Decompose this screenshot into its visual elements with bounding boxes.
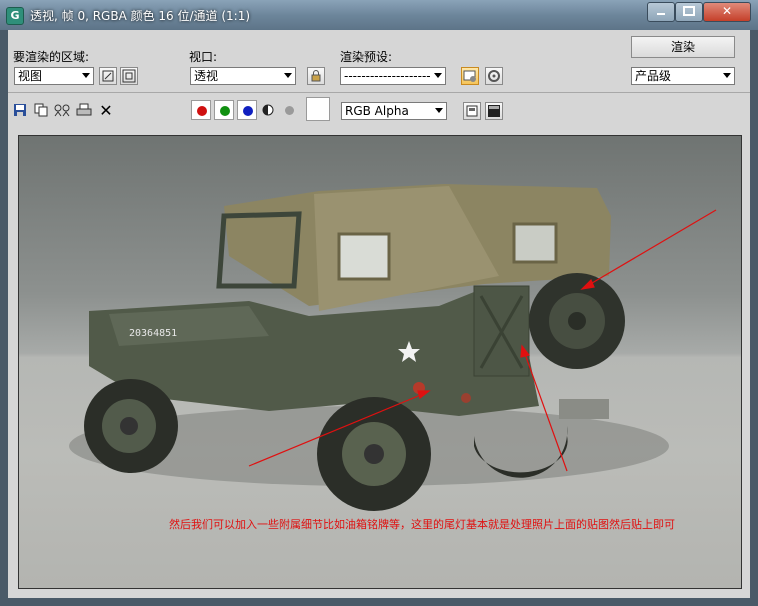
minimize-button[interactable] [647, 2, 675, 22]
red-dot-icon [197, 106, 207, 116]
chevron-down-icon [284, 73, 292, 78]
save-icon [14, 104, 26, 116]
toolbar-divider [8, 92, 750, 93]
panel-icon [466, 105, 478, 117]
blue-channel-toggle[interactable] [237, 100, 257, 120]
window-title: 透视, 帧 0, RGBA 颜色 16 位/通道 (1:1) [30, 9, 251, 23]
region-select-value: 视图 [18, 69, 43, 83]
gear-icon [488, 70, 500, 82]
auto-region-icon [122, 69, 136, 83]
save-image-button[interactable] [12, 102, 28, 118]
chevron-down-icon [723, 73, 731, 78]
close-icon: ✕ [721, 4, 733, 18]
render-frame-client: 要渲染的区域: 视口: 渲染预设: 渲染 视图 透视 -------------… [8, 30, 750, 598]
green-dot-icon [220, 106, 230, 116]
print-icon [76, 103, 92, 116]
channel-select[interactable]: RGB Alpha [341, 102, 447, 120]
monitor-icon [488, 105, 500, 117]
environment-button[interactable] [485, 67, 503, 85]
close-button[interactable]: ✕ [703, 2, 751, 22]
toggle-ui-button[interactable] [463, 102, 481, 120]
copy-icon [34, 103, 48, 117]
maximize-button[interactable] [675, 2, 703, 22]
green-channel-toggle[interactable] [214, 100, 234, 120]
chevron-down-icon [434, 73, 442, 78]
app-icon: G [6, 7, 24, 25]
region-label: 要渲染的区域: [13, 50, 90, 64]
chevron-down-icon [435, 108, 443, 113]
render-viewport[interactable]: 20364851 然后我们可以加入一些附属细节比如油箱铭牌等，这里的尾灯基本就是… [18, 135, 742, 589]
render-frame-window: G 透视, 帧 0, RGBA 颜色 16 位/通道 (1:1) ✕ 要渲染的区… [0, 0, 758, 606]
quality-select-value: 产品级 [635, 69, 672, 83]
lock-viewport-button[interactable] [307, 67, 325, 85]
mono-toggle[interactable] [281, 102, 297, 118]
clear-button[interactable]: ✕ [98, 100, 114, 120]
render-button[interactable]: 渲染 [631, 36, 735, 58]
alpha-icon [262, 104, 274, 116]
minimize-icon [657, 13, 665, 15]
preset-select-value: -------------------- [344, 69, 431, 83]
preset-label: 渲染预设: [340, 50, 393, 64]
title-bar[interactable]: G 透视, 帧 0, RGBA 颜色 16 位/通道 (1:1) ✕ [0, 0, 758, 30]
blue-dot-icon [243, 106, 253, 116]
maximize-icon [683, 6, 695, 16]
region-select[interactable]: 视图 [14, 67, 94, 85]
channel-select-value: RGB Alpha [345, 104, 409, 118]
preset-select[interactable]: -------------------- [340, 67, 446, 85]
color-swatch[interactable] [306, 97, 330, 121]
clone-icon [54, 104, 70, 117]
display-mode-button[interactable] [485, 102, 503, 120]
red-channel-toggle[interactable] [191, 100, 211, 120]
viewport-label: 视口: [189, 50, 218, 64]
viewport-select[interactable]: 透视 [190, 67, 296, 85]
alpha-toggle[interactable] [260, 102, 276, 118]
mono-dot-icon [284, 105, 294, 115]
print-button[interactable] [76, 102, 92, 118]
clear-icon: ✕ [99, 100, 113, 120]
annotation-text: 然后我们可以加入一些附属细节比如油箱铭牌等，这里的尾灯基本就是处理照片上面的贴图… [169, 518, 675, 531]
quality-select[interactable]: 产品级 [631, 67, 735, 85]
viewport-select-value: 透视 [194, 69, 219, 83]
copy-image-button[interactable] [33, 102, 49, 118]
plate-text: 20364851 [129, 328, 177, 339]
edit-region-icon [102, 70, 114, 82]
clone-frame-button[interactable] [54, 102, 70, 118]
auto-region-button[interactable] [120, 67, 138, 85]
chevron-down-icon [82, 73, 90, 78]
edit-region-button[interactable] [99, 67, 117, 85]
lock-icon [311, 70, 321, 82]
render-setup-icon [463, 70, 476, 82]
render-setup-button[interactable] [461, 67, 479, 85]
